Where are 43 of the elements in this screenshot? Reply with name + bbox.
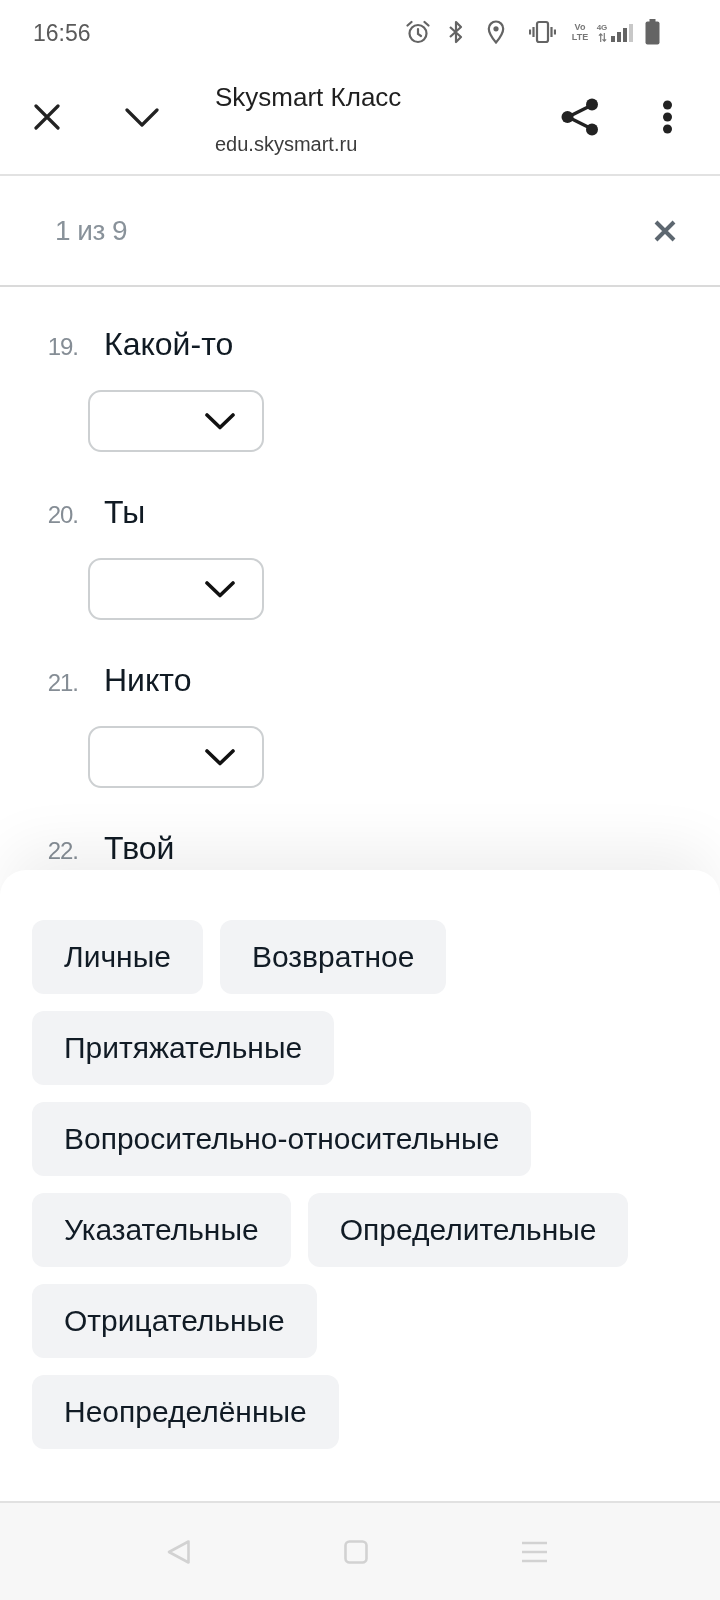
question-number: 22. — [46, 836, 78, 866]
question-word: Ты — [104, 494, 146, 530]
question-number: 19. — [46, 332, 78, 362]
answer-option[interactable]: Притяжательные — [32, 1011, 335, 1085]
close-icon — [34, 104, 60, 130]
home-icon — [344, 1539, 368, 1564]
question-word: Твой — [104, 830, 175, 866]
more-options-icon — [661, 100, 673, 134]
page-url: edu.skysmart.ru — [215, 132, 359, 156]
answer-select-field[interactable] — [88, 726, 264, 788]
question-number: 21. — [46, 668, 78, 698]
share-icon — [561, 98, 599, 136]
answer-option[interactable]: Личные — [32, 920, 203, 994]
answer-option[interactable]: Определительные — [307, 1193, 629, 1267]
question-word: Какой-то — [104, 326, 234, 362]
answer-option[interactable]: Отрицательные — [32, 1284, 317, 1358]
caret-down-icon — [205, 748, 235, 766]
answer-option[interactable]: Вопросительно-относительные — [32, 1102, 532, 1176]
chevron-down-icon — [125, 107, 159, 127]
caret-down-icon — [205, 412, 235, 430]
answer-select-field[interactable] — [88, 558, 264, 620]
question-number: 20. — [46, 500, 78, 530]
volte-indicator: Vo LTE — [570, 22, 590, 42]
network-type-label: 4G — [596, 22, 608, 32]
data-arrows-icon — [597, 32, 607, 42]
close-icon — [654, 219, 676, 242]
bluetooth-icon — [448, 20, 464, 44]
question-word: Никто — [104, 662, 192, 698]
battery-icon — [645, 19, 660, 45]
answer-option[interactable]: Возвратное — [219, 920, 447, 994]
answer-option[interactable]: Неопределённые — [32, 1375, 339, 1449]
caret-down-icon — [205, 580, 235, 598]
vibrate-icon — [529, 20, 556, 44]
answer-select-field[interactable] — [88, 390, 264, 452]
answer-option[interactable]: Указательные — [32, 1193, 291, 1267]
status-time: 16:56 — [33, 19, 91, 47]
menu-icon — [521, 1540, 547, 1563]
find-match-count: 1 из 9 — [55, 214, 128, 247]
signal-bars-icon — [611, 24, 633, 42]
location-pin-icon — [487, 20, 505, 44]
back-icon — [165, 1538, 191, 1565]
alarm-clock-icon — [406, 20, 430, 44]
page-title: Skysmart Класс — [215, 82, 402, 112]
